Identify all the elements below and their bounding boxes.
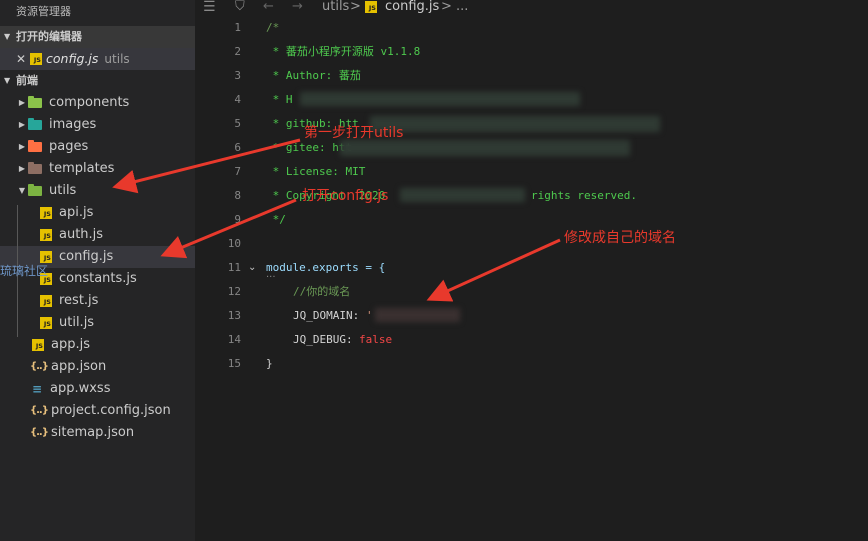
arrow-to-domain xyxy=(426,238,561,302)
annotation-arrows xyxy=(112,138,561,302)
arrow-to-utils xyxy=(112,138,301,194)
arrow-to-config xyxy=(160,198,297,259)
